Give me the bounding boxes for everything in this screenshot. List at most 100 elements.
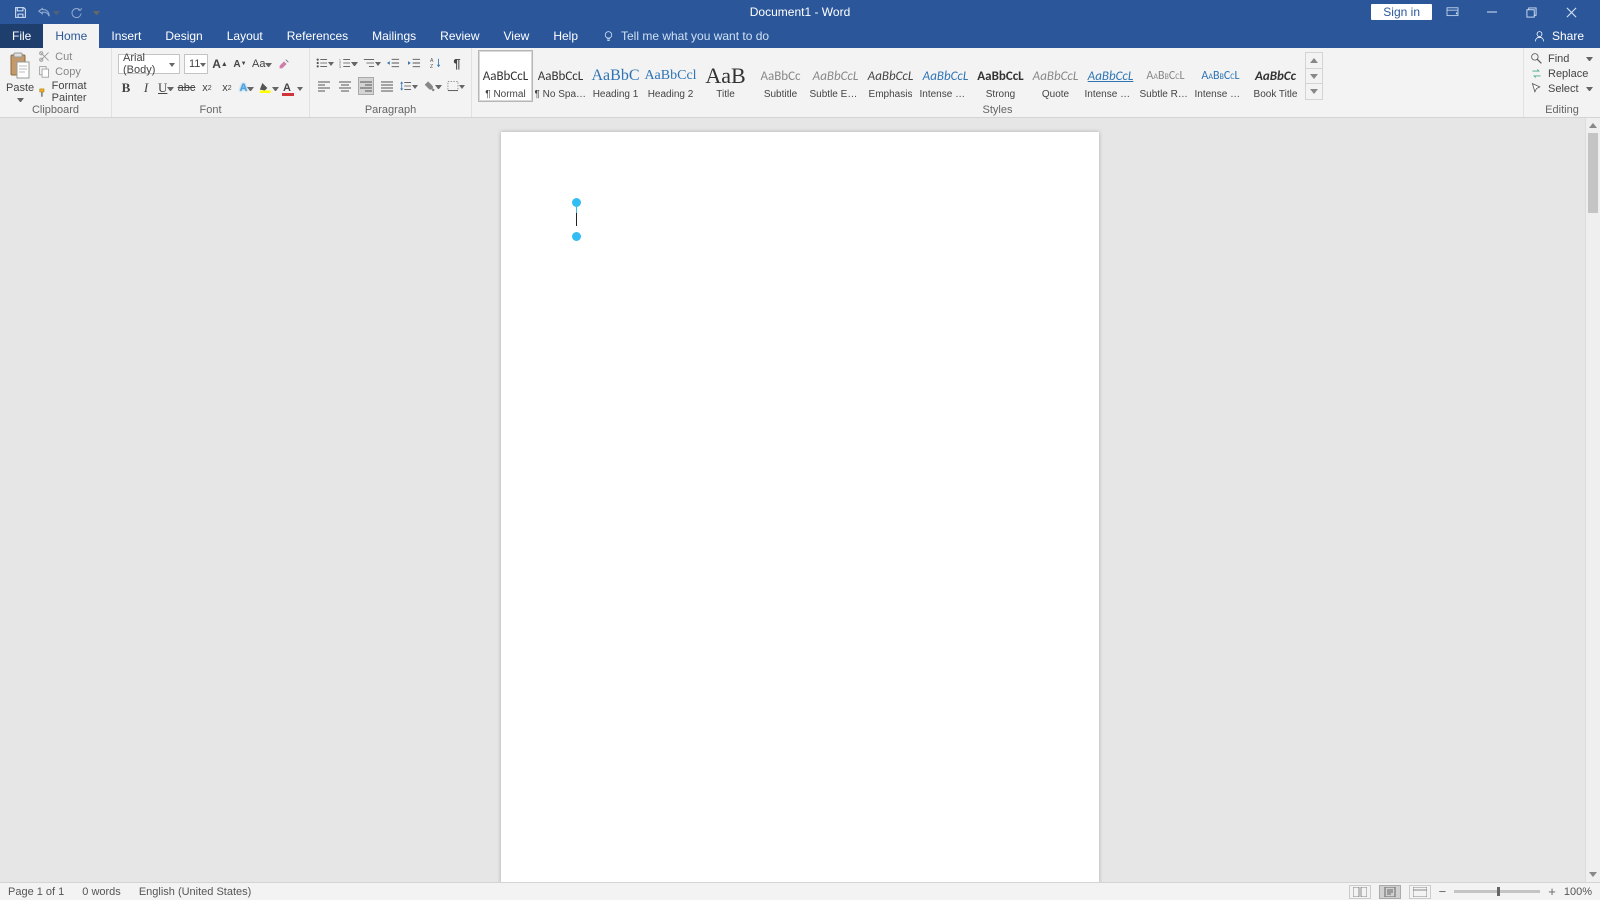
- style-name-label: Title: [716, 89, 735, 100]
- tab-review[interactable]: Review: [428, 24, 491, 48]
- word-count[interactable]: 0 words: [82, 886, 121, 898]
- qat-customize[interactable]: [93, 9, 100, 16]
- sort-button[interactable]: AZ: [428, 54, 444, 72]
- tab-layout[interactable]: Layout: [215, 24, 275, 48]
- close-button[interactable]: [1566, 7, 1592, 18]
- bullets-button[interactable]: [316, 54, 334, 72]
- redo-button[interactable]: [70, 6, 83, 18]
- style-book-title[interactable]: AaBbCcBook Title: [1248, 50, 1303, 102]
- italic-button[interactable]: I: [138, 79, 154, 97]
- borders-button[interactable]: [447, 77, 465, 95]
- tab-design[interactable]: Design: [153, 24, 214, 48]
- zoom-in-button[interactable]: +: [1548, 884, 1556, 899]
- bold-button[interactable]: B: [118, 79, 134, 97]
- font-size-combo[interactable]: 11: [184, 54, 208, 74]
- align-left-button[interactable]: [316, 77, 332, 95]
- tab-help[interactable]: Help: [541, 24, 590, 48]
- style-name-label: Book Title: [1254, 89, 1298, 100]
- style-preview: AaBbCcL: [923, 63, 969, 89]
- scroll-up-button[interactable]: [1586, 118, 1600, 133]
- justify-button[interactable]: [379, 77, 395, 95]
- style-name-label: Intense Q…: [1085, 89, 1137, 100]
- maximize-button[interactable]: [1526, 7, 1552, 18]
- select-button[interactable]: Select: [1530, 82, 1593, 95]
- paste-label: Paste: [6, 82, 34, 94]
- style-strong[interactable]: AaBbCcLStrong: [973, 50, 1028, 102]
- tab-file[interactable]: File: [0, 24, 43, 48]
- zoom-out-button[interactable]: −: [1439, 884, 1447, 899]
- align-center-button[interactable]: [337, 77, 353, 95]
- read-mode-button[interactable]: [1349, 885, 1371, 899]
- style-quote[interactable]: AaBbCcLQuote: [1028, 50, 1083, 102]
- document-page[interactable]: [501, 132, 1099, 882]
- line-spacing-button[interactable]: [400, 77, 418, 95]
- undo-button[interactable]: [37, 6, 60, 18]
- style-intense-e-[interactable]: AaBbCcLIntense E…: [918, 50, 973, 102]
- style---normal[interactable]: AaBbCcL¶ Normal: [478, 50, 533, 102]
- scroll-thumb[interactable]: [1588, 133, 1598, 213]
- style-preview: AaBbCcL: [538, 63, 584, 89]
- text-effects-button[interactable]: A: [239, 79, 255, 97]
- svg-text:Z: Z: [430, 64, 433, 69]
- show-marks-button[interactable]: ¶: [449, 54, 465, 72]
- lightbulb-icon: [602, 30, 615, 43]
- change-case-button[interactable]: Aa: [252, 55, 272, 73]
- subscript-button[interactable]: x2: [199, 79, 215, 97]
- grow-font-button[interactable]: A▲: [212, 55, 228, 73]
- chevron-down-icon: [1310, 89, 1318, 94]
- share-button[interactable]: Share: [1552, 29, 1584, 43]
- save-button[interactable]: [14, 6, 27, 19]
- font-name-combo[interactable]: Arial (Body): [118, 54, 180, 74]
- shading-button[interactable]: [423, 77, 441, 95]
- highlight-button[interactable]: [259, 79, 279, 97]
- style-emphasis[interactable]: AaBbCcLEmphasis: [863, 50, 918, 102]
- strike-button[interactable]: abc: [178, 79, 195, 97]
- shrink-font-button[interactable]: A▼: [232, 55, 248, 73]
- selection-handle-bottom[interactable]: [572, 232, 581, 241]
- style-heading-2[interactable]: AaBbCclHeading 2: [643, 50, 698, 102]
- print-layout-button[interactable]: [1379, 885, 1401, 899]
- clear-formatting-button[interactable]: [276, 55, 292, 73]
- format-painter-button[interactable]: Format Painter: [38, 80, 105, 104]
- align-right-button[interactable]: [358, 77, 374, 95]
- vertical-scrollbar[interactable]: [1585, 118, 1600, 882]
- style-subtle-ref-[interactable]: AaBbCcLSubtle Ref…: [1138, 50, 1193, 102]
- paste-button[interactable]: Paste: [6, 50, 34, 104]
- multilevel-button[interactable]: [363, 54, 381, 72]
- style-intense-re-[interactable]: AaBbCcLIntense Re…: [1193, 50, 1248, 102]
- replace-button[interactable]: Replace: [1530, 67, 1593, 80]
- selection-handle-top[interactable]: [572, 198, 581, 207]
- minimize-button[interactable]: [1486, 6, 1512, 18]
- cut-button[interactable]: Cut: [38, 50, 105, 63]
- style-subtle-em-[interactable]: AaBbCcLSubtle Em…: [808, 50, 863, 102]
- style-subtitle[interactable]: AaBbCcSubtitle: [753, 50, 808, 102]
- styles-expander[interactable]: [1305, 52, 1323, 100]
- zoom-slider[interactable]: [1454, 890, 1540, 893]
- find-button[interactable]: Find: [1530, 52, 1593, 65]
- superscript-button[interactable]: x2: [219, 79, 235, 97]
- tab-view[interactable]: View: [492, 24, 542, 48]
- page-indicator[interactable]: Page 1 of 1: [8, 886, 64, 898]
- tab-mailings[interactable]: Mailings: [360, 24, 428, 48]
- style---no-spac-[interactable]: AaBbCcL¶ No Spac…: [533, 50, 588, 102]
- tab-insert[interactable]: Insert: [99, 24, 153, 48]
- tab-references[interactable]: References: [275, 24, 360, 48]
- outdent-button[interactable]: [386, 54, 402, 72]
- style-intense-q-[interactable]: AaBbCcLIntense Q…: [1083, 50, 1138, 102]
- web-layout-button[interactable]: [1409, 885, 1431, 899]
- zoom-level[interactable]: 100%: [1564, 886, 1592, 898]
- style-heading-1[interactable]: AaBbCHeading 1: [588, 50, 643, 102]
- font-color-button[interactable]: A: [283, 79, 303, 97]
- tab-home[interactable]: Home: [43, 24, 99, 48]
- copy-button[interactable]: Copy: [38, 65, 105, 78]
- indent-button[interactable]: [407, 54, 423, 72]
- tell-me-search[interactable]: Tell me what you want to do: [590, 24, 769, 48]
- ribbon-display-options[interactable]: [1446, 7, 1472, 18]
- style-name-label: Subtitle: [764, 89, 797, 100]
- scroll-down-button[interactable]: [1586, 867, 1600, 882]
- underline-button[interactable]: U: [158, 79, 174, 97]
- sign-in-button[interactable]: Sign in: [1371, 4, 1432, 20]
- numbering-button[interactable]: 123: [339, 54, 357, 72]
- language-indicator[interactable]: English (United States): [139, 886, 252, 898]
- style-title[interactable]: AaBTitle: [698, 50, 753, 102]
